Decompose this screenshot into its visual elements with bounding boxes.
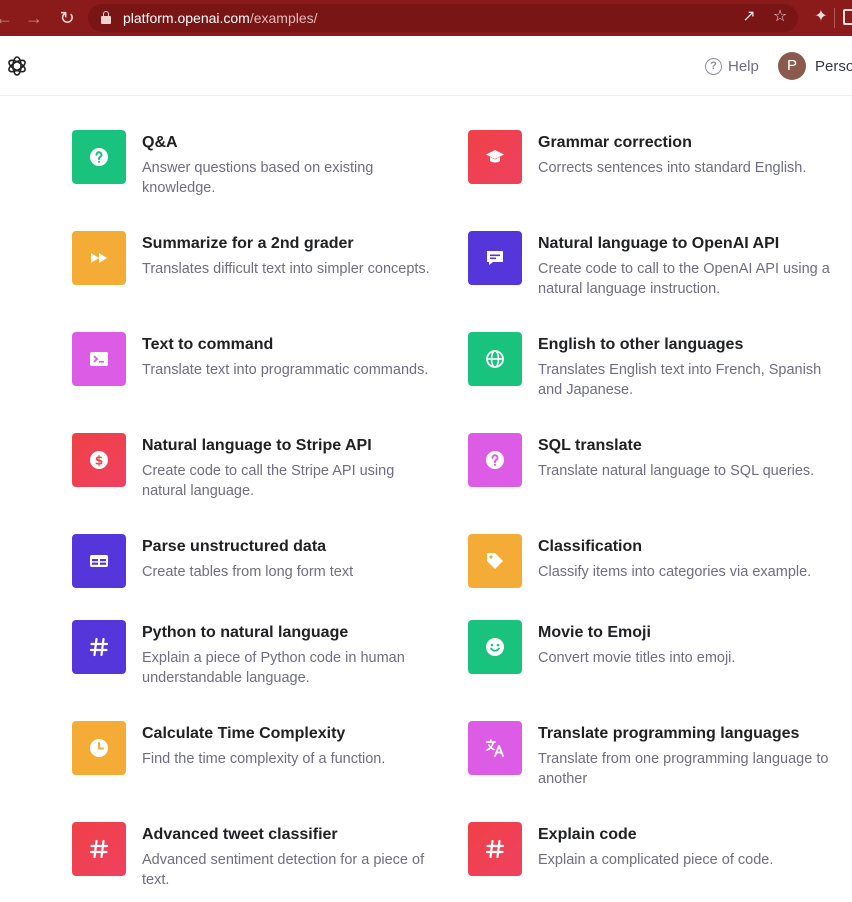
side-panel-icon[interactable] bbox=[843, 9, 852, 25]
card-title: Natural language to Stripe API bbox=[142, 437, 372, 454]
account-menu[interactable]: P Perso bbox=[778, 52, 852, 80]
reload-icon[interactable]: ↻ bbox=[55, 6, 79, 30]
avatar: P bbox=[778, 52, 806, 80]
question-icon bbox=[72, 130, 126, 184]
smiley-icon bbox=[468, 620, 522, 674]
card-description: Advanced sentiment detection for a piece… bbox=[142, 852, 425, 888]
card-title: Grammar correction bbox=[538, 134, 692, 151]
example-card-grammar-correction[interactable]: Grammar correction Corrects sentences in… bbox=[468, 130, 838, 210]
card-description: Find the time complexity of a function. bbox=[142, 751, 386, 767]
help-link[interactable]: ? Help bbox=[705, 57, 759, 75]
address-bar[interactable]: platform.openai.com/examples/ bbox=[88, 4, 798, 32]
card-title: Translate programming languages bbox=[538, 725, 800, 742]
card-title: Q&A bbox=[142, 134, 178, 151]
card-title: Text to command bbox=[142, 336, 274, 353]
card-description: Translate text into programmatic command… bbox=[142, 362, 429, 378]
example-card-parse-unstructured-data[interactable]: Parse unstructured data Create tables fr… bbox=[72, 534, 442, 614]
forward-arrow-icon[interactable]: → bbox=[22, 6, 46, 30]
card-description: Convert movie titles into emoji. bbox=[538, 650, 736, 666]
table-icon bbox=[72, 534, 126, 588]
card-title: Calculate Time Complexity bbox=[142, 725, 346, 742]
url-path: /examples/ bbox=[249, 10, 318, 26]
card-description: Answer questions based on existing knowl… bbox=[142, 160, 374, 196]
toolbar-divider bbox=[834, 8, 835, 28]
card-description: Explain a piece of Python code in human … bbox=[142, 650, 405, 686]
hash-icon bbox=[72, 620, 126, 674]
card-title: Summarize for a 2nd grader bbox=[142, 235, 354, 252]
lock-icon bbox=[101, 11, 111, 24]
url-text[interactable]: platform.openai.com/examples/ bbox=[123, 10, 318, 26]
card-description: Classify items into categories via examp… bbox=[538, 564, 812, 580]
card-description: Create code to call to the OpenAI API us… bbox=[538, 261, 830, 297]
openai-logo-icon[interactable] bbox=[5, 54, 29, 78]
clock-icon bbox=[72, 721, 126, 775]
browser-toolbar: ← → ↻ platform.openai.com/examples/ ↗ ☆ … bbox=[0, 0, 852, 36]
svg-text:$: $ bbox=[95, 454, 103, 468]
globe-icon bbox=[468, 332, 522, 386]
example-card-qa[interactable]: Q&A Answer questions based on existing k… bbox=[72, 130, 442, 210]
card-title: Classification bbox=[538, 538, 643, 555]
fast-forward-icon bbox=[72, 231, 126, 285]
example-card-text-to-command[interactable]: Text to command Translate text into prog… bbox=[72, 332, 442, 412]
example-card-summarize[interactable]: Summarize for a 2nd grader Translates di… bbox=[72, 231, 442, 311]
example-card-time-complexity[interactable]: Calculate Time Complexity Find the time … bbox=[72, 721, 442, 801]
example-card-english-to-other-languages[interactable]: English to other languages Translates En… bbox=[468, 332, 838, 412]
example-card-stripe-api[interactable]: $ Natural language to Stripe API Create … bbox=[72, 433, 442, 513]
example-card-sql-translate[interactable]: SQL translate Translate natural language… bbox=[468, 433, 838, 513]
card-title: English to other languages bbox=[538, 336, 744, 353]
dollar-icon: $ bbox=[72, 433, 126, 487]
message-icon bbox=[468, 231, 522, 285]
card-description: Translate from one programming language … bbox=[538, 751, 829, 787]
example-card-advanced-tweet-classifier[interactable]: Advanced tweet classifier Advanced senti… bbox=[72, 822, 442, 902]
question-icon bbox=[468, 433, 522, 487]
example-card-python-to-natural-language[interactable]: Python to natural language Explain a pie… bbox=[72, 620, 442, 700]
card-description: Translates English text into French, Spa… bbox=[538, 362, 822, 398]
card-title: Parse unstructured data bbox=[142, 538, 327, 555]
graduation-cap-icon bbox=[468, 130, 522, 184]
card-title: Explain code bbox=[538, 826, 637, 843]
card-title: Advanced tweet classifier bbox=[142, 826, 338, 843]
example-card-explain-code[interactable]: Explain code Explain a complicated piece… bbox=[468, 822, 838, 902]
card-description: Create tables from long form text bbox=[142, 564, 354, 580]
card-title: SQL translate bbox=[538, 437, 642, 454]
translate-icon bbox=[468, 721, 522, 775]
terminal-icon bbox=[72, 332, 126, 386]
tag-icon bbox=[468, 534, 522, 588]
hash-icon bbox=[72, 822, 126, 876]
example-card-translate-programming-languages[interactable]: Translate programming languages Translat… bbox=[468, 721, 838, 801]
card-description: Explain a complicated piece of code. bbox=[538, 852, 774, 868]
help-question-icon: ? bbox=[705, 57, 722, 75]
share-icon[interactable]: ↗ bbox=[736, 4, 762, 30]
extensions-puzzle-icon[interactable]: ✦ bbox=[808, 4, 834, 30]
url-host: platform.openai.com bbox=[123, 10, 250, 26]
bookmark-star-icon[interactable]: ☆ bbox=[767, 4, 793, 30]
card-description: Create code to call the Stripe API using… bbox=[142, 463, 395, 499]
card-description: Translates difficult text into simpler c… bbox=[142, 261, 430, 277]
card-title: Natural language to OpenAI API bbox=[538, 235, 780, 252]
account-name: Perso bbox=[815, 57, 852, 75]
hash-icon bbox=[468, 822, 522, 876]
card-description: Translate natural language to SQL querie… bbox=[538, 463, 815, 479]
card-title: Movie to Emoji bbox=[538, 624, 651, 641]
example-card-openai-api[interactable]: Natural language to OpenAI API Create co… bbox=[468, 231, 838, 311]
card-description: Corrects sentences into standard English… bbox=[538, 160, 807, 176]
example-card-classification[interactable]: Classification Classify items into categ… bbox=[468, 534, 838, 614]
app-header: ? Help P Perso bbox=[0, 36, 852, 96]
back-arrow-icon[interactable]: ← bbox=[0, 6, 16, 30]
help-label: Help bbox=[728, 57, 759, 75]
card-title: Python to natural language bbox=[142, 624, 349, 641]
example-card-movie-to-emoji[interactable]: Movie to Emoji Convert movie titles into… bbox=[468, 620, 838, 700]
